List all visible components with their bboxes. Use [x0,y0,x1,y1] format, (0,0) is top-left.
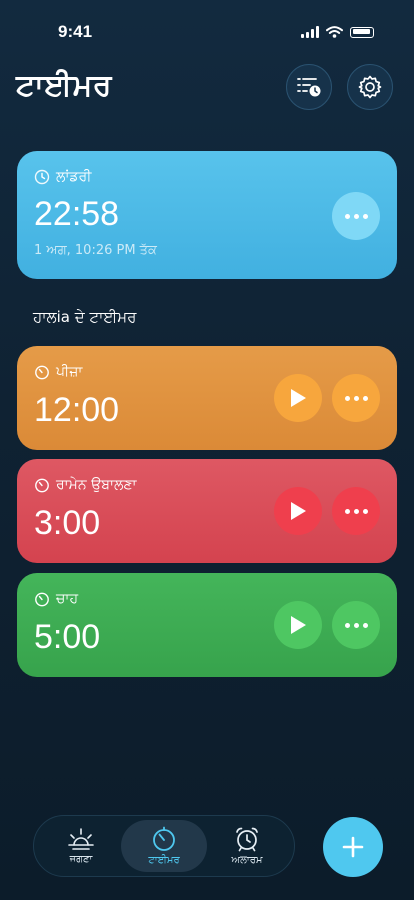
recent-timer-label: ਰਾਮੇਨ ਉਬਾਲਣਾ [56,477,137,493]
timer-icon [35,365,49,380]
play-icon [291,616,306,634]
active-timer-more-button[interactable] [332,192,380,240]
recent-timer-label: ਪੀਜ਼ਾ [56,364,83,380]
alarm-clock-icon [236,827,258,852]
active-timer-time: 22:58 [34,195,120,233]
more-icon [344,508,368,514]
active-timer-label: ਲਾਂਡਰੀ [56,169,92,185]
start-timer-button[interactable] [274,487,322,535]
recent-timer-more-button[interactable] [332,601,380,649]
add-timer-button[interactable] [323,817,383,877]
recent-timer-card[interactable]: ਰਾਮੇਨ ਉਬਾਲਣਾ 3:00 [17,459,397,563]
status-time: 9:41 [58,22,93,41]
tab-bar: ਜਗਣਾ ਟਾਈਮਰ ਅਲਾਰਮ [33,815,295,877]
recent-timer-card[interactable]: ਚਾਹ 5:00 [17,573,397,677]
recent-timer-time: 5:00 [34,618,101,656]
start-timer-button[interactable] [274,374,322,422]
tab-timer[interactable]: ਟਾਈਮਰ [121,820,207,872]
recent-timer-time: 3:00 [34,504,101,542]
recent-timer-label-row: ਪੀਜ਼ਾ [34,364,82,380]
tab-alarm[interactable]: ਅਲਾਰਮ [204,820,290,872]
battery-icon [350,26,374,38]
status-icons [301,26,374,38]
recent-timer-label: ਚਾਹ [56,591,79,607]
active-timer-end-text: 1 ਅਗ, 10:26 PM ਤੱਕ [34,243,157,258]
active-timer-label-row: ਲਾਂਡਰੀ [34,169,91,185]
plus-icon [342,836,364,858]
timer-list-icon [297,78,321,97]
status-bar: 9:41 [0,0,414,62]
recent-timer-more-button[interactable] [332,487,380,535]
start-timer-button[interactable] [274,601,322,649]
tab-wake[interactable]: ਜਗਣਾ [38,820,124,872]
settings-button[interactable] [347,64,393,110]
more-icon [344,213,368,219]
clock-icon [34,169,50,185]
timer-icon [35,592,49,607]
timer-icon [35,478,49,493]
recent-timer-label-row: ਚਾਹ [34,591,78,607]
play-icon [291,389,306,407]
timer-list-button[interactable] [286,64,332,110]
tab-wake-label: ਜਗਣਾ [69,854,93,865]
recent-timers-title: ਹਾਲіa ਦੇ ਟਾਈਮਰ [33,308,137,326]
more-icon [344,622,368,628]
wifi-icon [326,26,343,38]
recent-timer-time: 12:00 [34,391,120,429]
settings-gear-icon [358,75,382,99]
tab-alarm-label: ਅਲਾਰਮ [231,855,263,866]
tab-timer-label: ਟਾਈਮਰ [148,855,180,866]
page-title: ਟਾਈਮਰ [16,68,112,103]
timer-icon [153,826,175,851]
play-icon [291,502,306,520]
sunrise-icon [68,828,94,850]
cellular-signal-icon [301,26,319,38]
active-timer-card[interactable]: ਲਾਂਡਰੀ 22:58 1 ਅਗ, 10:26 PM ਤੱਕ [17,151,397,279]
more-icon [344,395,368,401]
recent-timer-card[interactable]: ਪੀਜ਼ਾ 12:00 [17,346,397,450]
recent-timer-label-row: ਰਾਮੇਨ ਉਬਾਲਣਾ [34,477,137,493]
recent-timer-more-button[interactable] [332,374,380,422]
